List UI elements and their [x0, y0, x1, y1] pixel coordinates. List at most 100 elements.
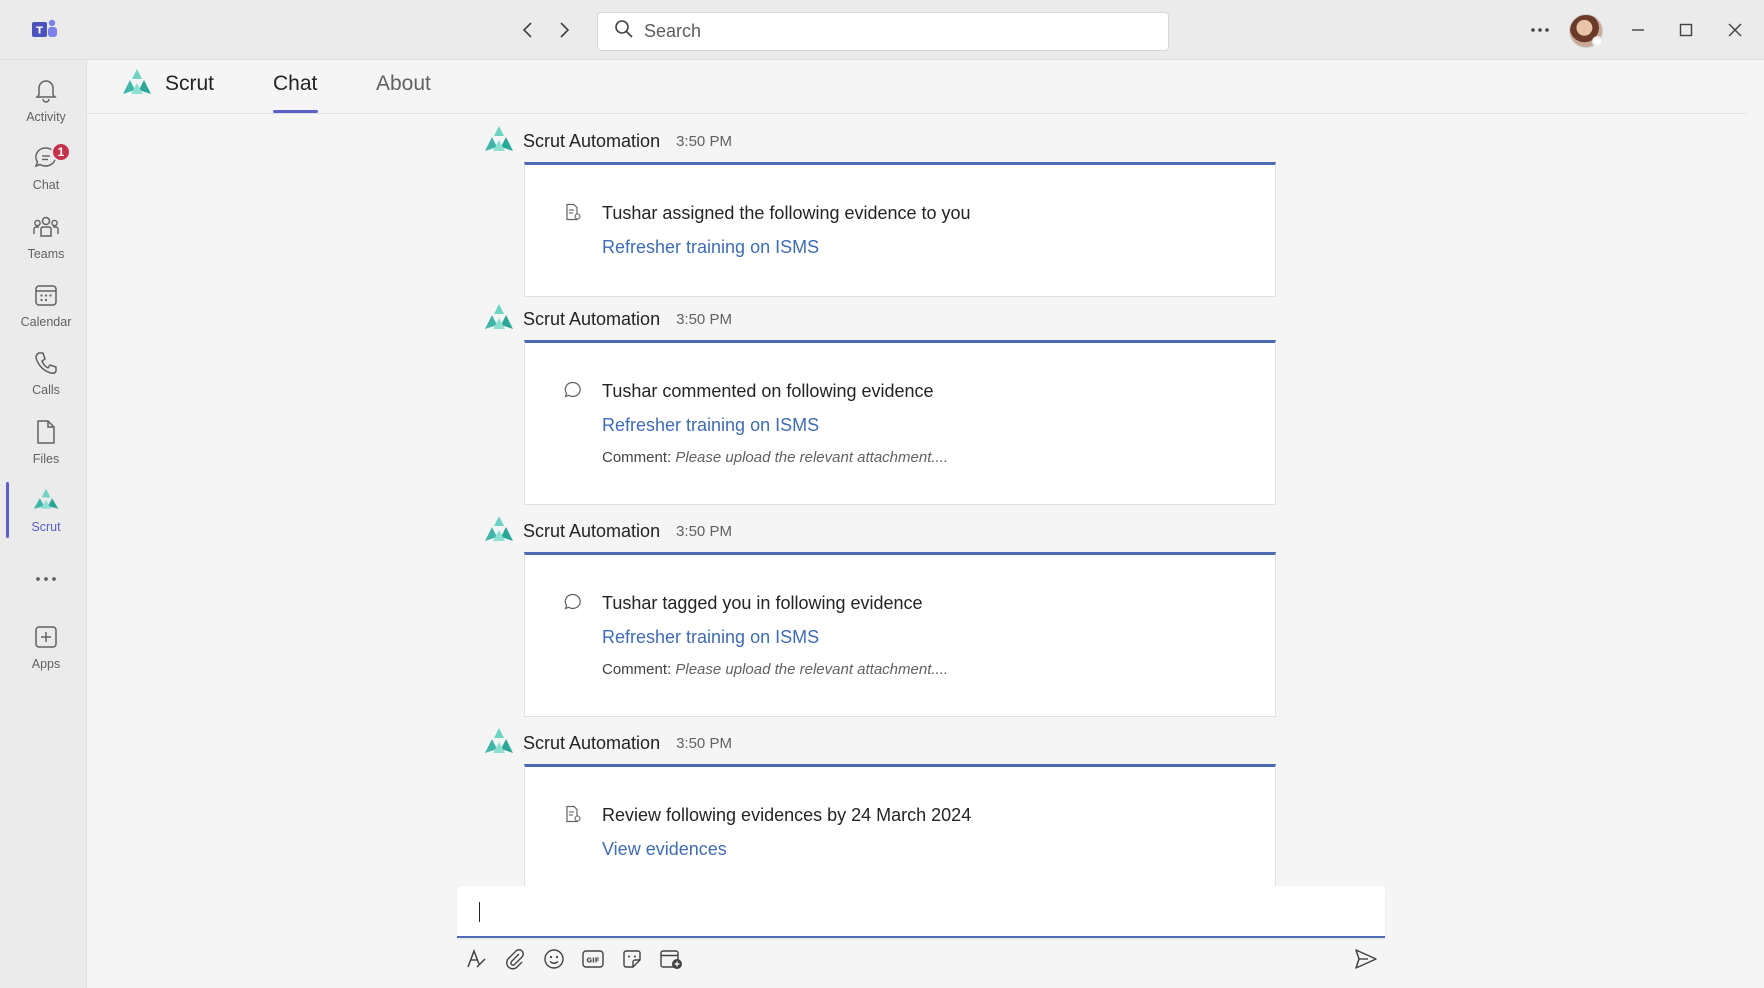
message-header: Scrut Automation 3:50 PM — [483, 126, 732, 156]
message-time: 3:50 PM — [676, 522, 732, 540]
comment-text: Comment: Please upload the relevant atta… — [602, 661, 948, 678]
search-box[interactable] — [597, 12, 1169, 51]
phone-icon — [32, 349, 60, 377]
minimize-icon[interactable] — [1624, 16, 1652, 44]
calendar-icon — [32, 281, 60, 309]
send-icon[interactable] — [1351, 944, 1381, 974]
evidence-link[interactable]: Refresher training on ISMS — [602, 237, 819, 258]
message-time: 3:50 PM — [676, 310, 732, 328]
message-card: Tushar assigned the following evidence t… — [524, 162, 1276, 297]
card-title: Tushar tagged you in following evidence — [602, 593, 923, 613]
scrut-logo-icon — [121, 68, 153, 100]
search-input[interactable] — [644, 21, 1144, 42]
card-icon-wrap — [563, 380, 583, 400]
card-title: Tushar commented on following evidence — [602, 381, 934, 401]
scrut-avatar-icon — [483, 125, 515, 157]
card-icon-wrap — [563, 202, 583, 222]
comment-label: Comment: — [602, 449, 672, 466]
svg-text:T: T — [36, 26, 43, 37]
sender-name: Scrut Automation — [523, 130, 661, 151]
rail-item-calendar[interactable]: Calendar — [6, 281, 86, 343]
rail-item-label: Teams — [27, 247, 65, 261]
svg-text:GIF: GIF — [586, 957, 599, 965]
title-bar: T — [0, 0, 1764, 60]
message-header: Scrut Automation 3:50 PM — [483, 516, 732, 546]
rail-item-files[interactable]: Files — [6, 418, 86, 480]
sticker-icon[interactable] — [617, 944, 647, 974]
rail-item-apps[interactable]: Apps — [6, 623, 86, 685]
app-header: Scrut Chat About — [87, 60, 1747, 114]
message-time: 3:50 PM — [676, 132, 732, 150]
teams-logo-icon[interactable]: T — [32, 18, 58, 42]
sender-name: Scrut Automation — [523, 732, 661, 753]
schedule-meeting-icon[interactable] — [656, 944, 686, 974]
comment-body: Please upload the relevant attachment...… — [675, 449, 949, 466]
card-icon-wrap — [563, 804, 583, 824]
message-card: Tushar commented on following evidence R… — [524, 340, 1276, 505]
message-input[interactable] — [479, 900, 1359, 926]
message-header: Scrut Automation 3:50 PM — [483, 728, 732, 758]
rail-item-label: Scrut — [31, 520, 61, 534]
back-icon[interactable] — [516, 18, 540, 42]
rail-item-label: Calendar — [20, 315, 72, 329]
app-rail: Activity 1 Chat Teams Calendar Calls Fil… — [0, 60, 87, 988]
scrut-avatar-icon — [483, 727, 515, 759]
rail-item-label: Files — [32, 452, 60, 466]
presence-status-icon — [1592, 36, 1603, 47]
message-list[interactable]: Scrut Automation 3:50 PM Tushar assigned… — [87, 114, 1764, 926]
card-title: Review following evidences by 24 March 2… — [602, 805, 972, 825]
app-name: Scrut — [165, 72, 215, 95]
evidence-link[interactable]: Refresher training on ISMS — [602, 627, 819, 648]
gif-icon[interactable]: GIF — [578, 944, 608, 974]
bell-icon — [32, 76, 60, 104]
unread-badge: 1 — [51, 142, 71, 162]
format-icon[interactable] — [461, 944, 491, 974]
search-icon — [614, 19, 634, 44]
compose-box[interactable] — [457, 886, 1385, 938]
rail-item-more[interactable] — [6, 565, 86, 599]
scrut-avatar-icon — [483, 303, 515, 335]
close-icon[interactable] — [1721, 16, 1749, 44]
rail-item-activity[interactable]: Activity — [6, 76, 86, 138]
document-icon — [563, 202, 583, 222]
rail-item-chat[interactable]: 1 Chat — [6, 142, 86, 206]
document-icon — [563, 804, 583, 824]
comment-label: Comment: — [602, 661, 672, 678]
view-evidences-link[interactable]: View evidences — [602, 839, 727, 860]
comment-text: Comment: Please upload the relevant atta… — [602, 449, 948, 466]
tab-chat[interactable]: Chat — [273, 72, 317, 114]
rail-item-label: Calls — [32, 383, 60, 397]
scrut-avatar-icon — [483, 515, 515, 547]
more-icon — [32, 565, 60, 593]
rail-item-teams[interactable]: Teams — [6, 213, 86, 275]
forward-icon[interactable] — [552, 18, 576, 42]
rail-item-calls[interactable]: Calls — [6, 349, 86, 411]
message-time: 3:50 PM — [676, 734, 732, 752]
rail-item-label: Chat — [32, 178, 60, 192]
card-icon-wrap — [563, 592, 583, 612]
add-app-icon — [32, 623, 60, 651]
maximize-icon[interactable] — [1672, 16, 1700, 44]
more-icon[interactable] — [1526, 16, 1554, 44]
main-pane: Scrut Chat About Scrut Automation 3:50 P… — [87, 60, 1764, 988]
comment-icon — [563, 380, 583, 400]
text-caret — [479, 902, 480, 922]
message-card: Review following evidences by 24 March 2… — [524, 764, 1276, 904]
comment-body: Please upload the relevant attachment...… — [675, 661, 949, 678]
attach-icon[interactable] — [500, 944, 530, 974]
tab-active-indicator — [273, 110, 318, 113]
evidence-link[interactable]: Refresher training on ISMS — [602, 415, 819, 436]
message-card: Tushar tagged you in following evidence … — [524, 552, 1276, 717]
tab-about[interactable]: About — [376, 72, 431, 114]
rail-item-label: Activity — [26, 110, 66, 124]
scrut-icon — [32, 486, 60, 514]
rail-item-scrut[interactable]: Scrut — [6, 486, 86, 548]
file-icon — [32, 418, 60, 446]
sender-name: Scrut Automation — [523, 308, 661, 329]
emoji-icon[interactable] — [539, 944, 569, 974]
message-header: Scrut Automation 3:50 PM — [483, 304, 732, 334]
comment-icon — [563, 592, 583, 612]
card-title: Tushar assigned the following evidence t… — [602, 203, 971, 223]
sender-name: Scrut Automation — [523, 520, 661, 541]
teams-icon — [32, 213, 60, 241]
